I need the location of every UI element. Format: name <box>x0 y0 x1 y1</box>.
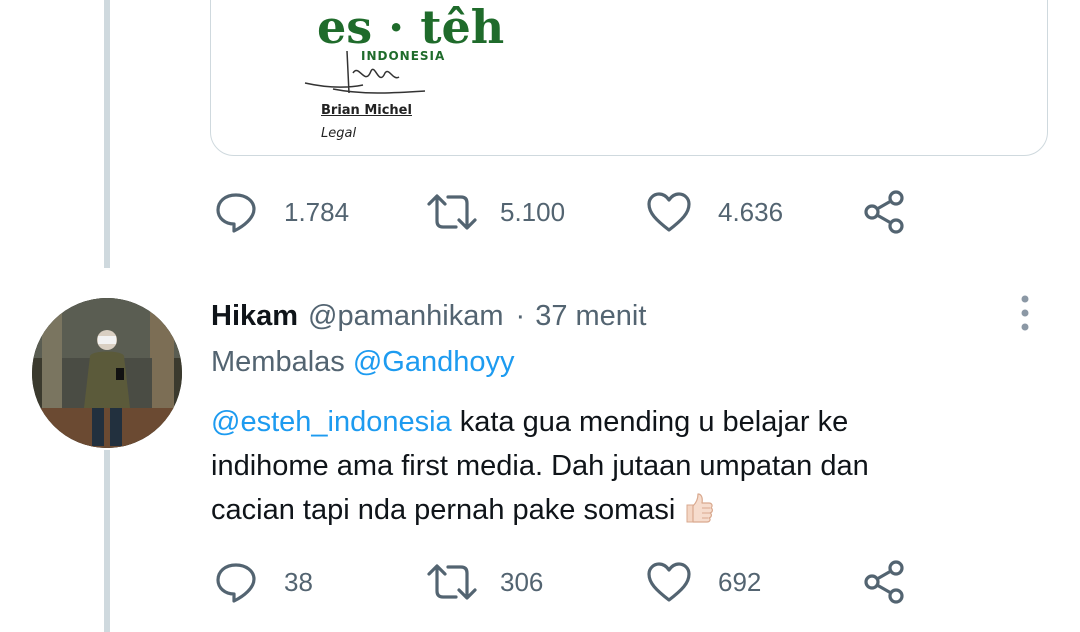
avatar[interactable] <box>32 298 182 448</box>
tweet-text-line-1: kata gua mending u belajar ke <box>451 406 849 438</box>
handwritten-signature <box>304 50 426 94</box>
thumbs-up-icon <box>681 491 715 538</box>
like-count: 692 <box>718 566 762 597</box>
share-button[interactable] <box>862 190 908 234</box>
reply-button[interactable]: 38 <box>214 560 313 604</box>
retweet-count: 306 <box>500 566 544 597</box>
user-handle[interactable]: @pamanhikam <box>308 300 503 333</box>
separator-dot: · <box>515 300 526 332</box>
like-button[interactable]: 4.636 <box>646 190 783 234</box>
reply-icon <box>216 193 256 233</box>
share-button[interactable] <box>862 560 908 604</box>
replying-to: Membalas @Gandhoyy <box>211 346 514 379</box>
signatory-name: Brian Michel <box>321 103 412 118</box>
replying-to-handle[interactable]: @Gandhoyy <box>353 346 515 378</box>
share-icon <box>864 190 904 234</box>
letter-signature-block: es · têh INDONESIA Brian Michel Legal <box>304 1 517 151</box>
replying-to-label: Membalas <box>211 346 345 378</box>
tweet-media-card[interactable]: es · têh INDONESIA Brian Michel Legal <box>210 0 1048 156</box>
retweet-count: 5.100 <box>500 196 566 227</box>
timestamp[interactable]: 37 menit <box>535 300 646 333</box>
thread-line-top <box>104 0 110 268</box>
tweet-header: Hikam @pamanhikam · 37 menit <box>211 300 646 340</box>
display-name[interactable]: Hikam <box>211 300 298 333</box>
original-tweet-action-bar: 1.784 5.100 4.636 <box>214 190 934 234</box>
reply-count: 1.784 <box>284 196 350 227</box>
reply-icon <box>216 563 256 603</box>
like-button[interactable]: 692 <box>646 560 761 604</box>
heart-icon <box>647 562 691 602</box>
avatar-photo <box>32 298 182 448</box>
more-vertical-icon <box>1021 295 1029 331</box>
share-icon <box>864 560 904 604</box>
more-options-button[interactable] <box>1012 294 1038 334</box>
tweet-text-line-2: indihome ama first media. Dah jutaan ump… <box>211 450 869 482</box>
tweet-text: @esteh_indonesia kata gua mending u bela… <box>211 400 1011 538</box>
retweet-icon <box>427 564 477 600</box>
mention-link[interactable]: @esteh_indonesia <box>211 406 452 438</box>
reply-count: 38 <box>284 566 313 597</box>
signatory-role: Legal <box>321 126 357 141</box>
reply-tweet-action-bar: 38 306 692 <box>214 560 934 604</box>
retweet-button[interactable]: 306 <box>426 560 543 604</box>
reply-button[interactable]: 1.784 <box>214 190 349 234</box>
retweet-button[interactable]: 5.100 <box>426 190 565 234</box>
thread-line-bottom <box>104 450 110 632</box>
tweet-text-line-3: cacian tapi nda pernah pake somasi <box>211 494 676 526</box>
like-count: 4.636 <box>718 196 784 227</box>
heart-icon <box>647 192 691 232</box>
retweet-icon <box>427 194 477 230</box>
